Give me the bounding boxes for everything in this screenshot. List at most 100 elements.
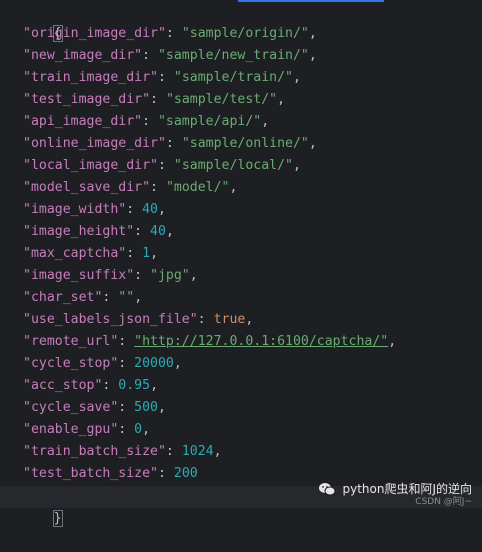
tab-bar-strip [0, 0, 482, 3]
json-line: "online_image_dir": "sample/online/", [23, 133, 317, 155]
json-separator: : [126, 202, 143, 217]
json-comma: , [165, 224, 174, 239]
json-line: "remote_url": "http://127.0.0.1:6100/cap… [23, 331, 396, 353]
json-value: "sample/test/" [165, 92, 278, 107]
json-line: "use_labels_json_file": true, [23, 309, 253, 331]
json-value: true [213, 312, 246, 327]
json-key: "image_width" [23, 202, 127, 217]
json-separator: : [118, 356, 135, 371]
json-value: 1 [142, 246, 151, 261]
json-key: "image_height" [23, 224, 135, 239]
json-value: "sample/local/" [173, 158, 293, 173]
json-key: "cycle_save" [23, 400, 119, 415]
json-comma: , [308, 48, 317, 63]
json-line: "image_height": 40, [23, 221, 174, 243]
json-key: "use_labels_json_file" [23, 312, 198, 327]
watermark-sub: CSDN @阿J~ [415, 497, 472, 507]
json-line: "cycle_stop": 20000, [23, 353, 182, 375]
json-comma: , [308, 26, 317, 41]
json-line: "origin_image_dir": "sample/origin/", [23, 23, 317, 45]
json-value: "sample/api/" [157, 114, 262, 129]
json-comma: , [189, 268, 198, 283]
code-editor[interactable]: { "origin_image_dir": "sample/origin/", "… [0, 0, 482, 527]
json-comma: , [229, 180, 238, 195]
json-line: "image_suffix": "jpg", [23, 265, 198, 287]
json-line: "local_image_dir": "sample/local/", [23, 155, 301, 177]
json-key: "cycle_stop" [23, 356, 119, 371]
json-key: "char_set" [23, 290, 103, 305]
json-line: "enable_gpu": 0, [23, 419, 150, 441]
json-separator: : [142, 114, 158, 129]
json-separator: : [134, 268, 151, 283]
json-separator: : [118, 422, 135, 437]
json-value: "" [118, 290, 135, 305]
json-comma: , [308, 136, 317, 151]
close-brace: } [52, 510, 63, 527]
json-separator: : [157, 70, 174, 85]
json-line: "train_image_dir": "sample/train/", [23, 67, 301, 89]
json-line: "cycle_save": 500, [23, 397, 166, 419]
json-separator: : [165, 444, 182, 459]
json-line: "model_save_dir": "model/", [23, 177, 237, 199]
json-value: "jpg" [150, 268, 190, 283]
active-tab-indicator [238, 0, 384, 2]
json-key: "online_image_dir" [23, 136, 166, 151]
json-separator: : [150, 92, 166, 107]
url-link[interactable]: "http://127.0.0.1:6100/captcha/" [134, 334, 388, 349]
json-value: 0 [134, 422, 143, 437]
json-line: "test_batch_size": 200 [23, 463, 198, 485]
json-key: "max_captcha" [23, 246, 127, 261]
json-value: "model/" [165, 180, 230, 195]
json-comma: , [292, 70, 301, 85]
editor-gutter [0, 0, 14, 509]
json-comma: , [261, 114, 270, 129]
json-value: "sample/new_train/" [157, 48, 309, 63]
json-key: "acc_stop" [23, 378, 103, 393]
json-line: "max_captcha": 1, [23, 243, 158, 265]
json-line: "image_width": 40, [23, 199, 166, 221]
json-line: "char_set": "", [23, 287, 142, 309]
json-comma: , [158, 400, 166, 415]
json-separator: : [142, 48, 158, 63]
json-separator: : [126, 246, 143, 261]
json-value: "sample/origin/" [181, 26, 309, 41]
json-separator: : [150, 180, 166, 195]
json-separator: : [102, 378, 119, 393]
json-value: 200 [173, 466, 198, 481]
json-separator: : [102, 290, 119, 305]
json-key: "test_batch_size" [23, 466, 158, 481]
json-key: "origin_image_dir" [23, 26, 166, 41]
json-separator: : [118, 400, 135, 415]
json-key: "new_image_dir" [23, 48, 143, 63]
json-value: 500 [134, 400, 158, 415]
json-key: "test_image_dir" [23, 92, 151, 107]
json-comma: , [142, 422, 151, 437]
json-value: 20000 [134, 356, 174, 371]
json-key: "train_batch_size" [23, 444, 166, 459]
json-comma: , [158, 202, 166, 217]
open-brace-line: { [6, 1, 63, 42]
json-separator: : [165, 26, 182, 41]
json-key: "image_suffix" [23, 268, 135, 283]
json-comma: , [150, 246, 159, 261]
json-value: "sample/online/" [181, 136, 309, 151]
json-separator: : [134, 224, 151, 239]
json-separator: : [197, 312, 214, 327]
json-value: 40 [150, 224, 166, 239]
json-comma: , [134, 290, 143, 305]
wechat-icon [319, 482, 336, 495]
json-separator: : [118, 334, 135, 349]
json-line: "test_image_dir": "sample/test/", [23, 89, 285, 111]
json-value: 0.95 [118, 378, 151, 393]
json-comma: , [277, 92, 286, 107]
json-line: "acc_stop": 0.95, [23, 375, 158, 397]
json-key: "train_image_dir" [23, 70, 158, 85]
json-separator: : [157, 158, 174, 173]
json-key: "model_save_dir" [23, 180, 151, 195]
json-value: "sample/train/" [173, 70, 293, 85]
json-key: "enable_gpu" [23, 422, 119, 437]
json-line: "api_image_dir": "sample/api/", [23, 111, 269, 133]
json-separator: : [165, 136, 182, 151]
json-key: "remote_url" [23, 334, 119, 349]
json-key: "api_image_dir" [23, 114, 143, 129]
